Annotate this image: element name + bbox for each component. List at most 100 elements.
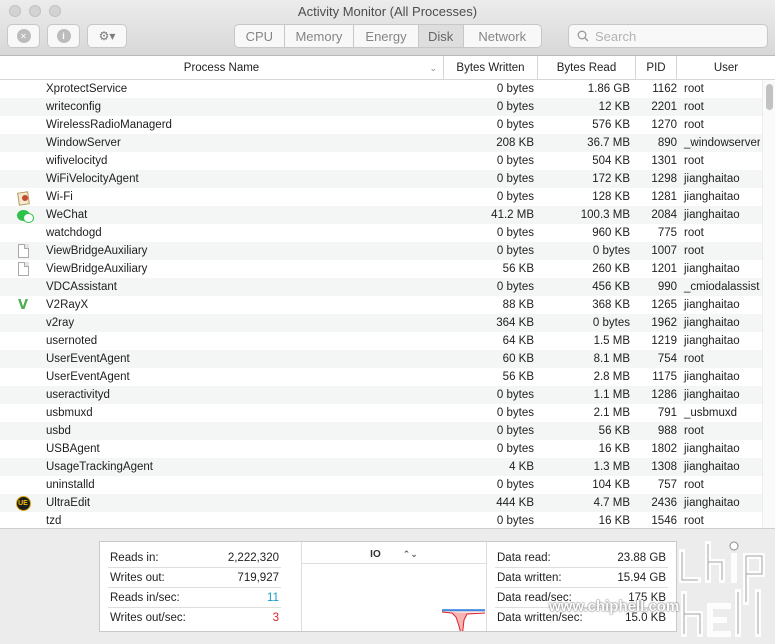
table-row[interactable]: v2ray 364 KB 0 bytes 1962 jianghaitao [0, 314, 762, 332]
bytes-written: 60 KB [502, 353, 534, 365]
user: root [684, 353, 704, 365]
table-row[interactable]: XprotectService 0 bytes 1.86 GB 1162 root [0, 80, 762, 98]
table-row[interactable]: WindowServer 208 KB 36.7 MB 890 _windowserve… [0, 134, 762, 152]
table-scrollbar[interactable] [762, 80, 775, 528]
tab-energy[interactable]: Energy [354, 25, 419, 47]
bytes-written: 0 bytes [496, 443, 534, 455]
user: root [684, 155, 704, 167]
bytes-read: 960 KB [592, 227, 630, 239]
bytes-written: 0 bytes [496, 407, 534, 419]
table-row[interactable]: usbd 0 bytes 56 KB 988 root [0, 422, 762, 440]
table-row[interactable]: VDCAssistant 0 bytes 456 KB 990 _cmiodalassi… [0, 278, 762, 296]
table-row[interactable]: UserEventAgent 56 KB 2.8 MB 1175 jianghaitao [0, 368, 762, 386]
bytes-written: 0 bytes [496, 479, 534, 491]
table-row[interactable]: usernoted 64 KB 1.5 MB 1219 jianghaitao [0, 332, 762, 350]
table-row[interactable]: UserEventAgent 60 KB 8.1 MB 754 root [0, 350, 762, 368]
table-row[interactable]: ViewBridgeAuxiliary 0 bytes 0 bytes 1007 roo… [0, 242, 762, 260]
bytes-written: 41.2 MB [491, 209, 534, 221]
process-name: wifivelocityd [46, 155, 108, 167]
table-row[interactable]: UsageTrackingAgent 4 KB 1.3 MB 1308 jianghai… [0, 458, 762, 476]
user: jianghaitao [684, 461, 740, 473]
process-name: usbmuxd [46, 407, 93, 419]
scrollbar-thumb[interactable] [766, 84, 773, 110]
table-row[interactable]: UE UltraEdit 444 KB 4.7 MB 2436 jianghaitao [0, 494, 762, 512]
column-header-bytes-written[interactable]: Bytes Written [444, 56, 538, 80]
table-row[interactable]: WiFiVelocityAgent 0 bytes 172 KB 1298 jiangh… [0, 170, 762, 188]
process-name: WiFiVelocityAgent [46, 173, 139, 185]
bytes-read: 16 KB [598, 515, 630, 527]
process-name: V2RayX [46, 299, 89, 311]
column-header-pid[interactable]: PID [636, 56, 677, 80]
bytes-read: 260 KB [592, 263, 630, 275]
table-row[interactable]: uninstalld 0 bytes 104 KB 757 root [0, 476, 762, 494]
v2ray-icon: V [17, 297, 29, 313]
process-icon-cell [0, 98, 46, 116]
table-row[interactable]: ViewBridgeAuxiliary 56 KB 260 KB 1201 jiangh… [0, 260, 762, 278]
pid: 1962 [651, 317, 677, 329]
process-name: USBAgent [46, 443, 100, 455]
inspect-process-button[interactable]: i [47, 24, 80, 48]
process-name: v2ray [46, 317, 75, 329]
column-header-process-name[interactable]: Process Name ⌄ [0, 56, 444, 80]
process-icon-cell [0, 80, 46, 98]
process-icon-cell: UE [0, 494, 46, 512]
bytes-read: 2.8 MB [593, 371, 630, 383]
table-row[interactable]: WeChat 41.2 MB 100.3 MB 2084 jianghaitao [0, 206, 762, 224]
table-row[interactable]: tzd 0 bytes 16 KB 1546 root [0, 512, 762, 528]
action-menu-button[interactable]: ⚙▾ [87, 24, 127, 48]
stat-value: 15.94 GB [617, 571, 666, 584]
stat-row: Data written: 15.94 GB [495, 568, 668, 588]
search-box[interactable] [568, 24, 768, 48]
pid: 2201 [651, 101, 677, 113]
column-header-user[interactable]: User [677, 56, 775, 80]
table-row[interactable]: WirelessRadioManagerd 0 bytes 576 KB 1270 ro… [0, 116, 762, 134]
user: _windowserver [684, 137, 760, 149]
process-name: VDCAssistant [46, 281, 117, 293]
search-input[interactable] [595, 28, 755, 44]
tab-memory[interactable]: Memory [285, 25, 355, 47]
stat-label: Data written: [497, 571, 562, 584]
disk-activity-graph: IO ⌃⌄ [301, 542, 487, 631]
bytes-read: 0 bytes [592, 245, 630, 257]
tab-cpu[interactable]: CPU [235, 25, 285, 47]
tab-disk[interactable]: Disk [418, 25, 464, 47]
column-header-label: Process Name [183, 62, 260, 74]
stat-label: Writes out: [110, 571, 165, 584]
bytes-written: 0 bytes [496, 389, 534, 401]
stat-value: 719,927 [237, 571, 279, 584]
table-row[interactable]: usbmuxd 0 bytes 2.1 MB 791 _usbmuxd [0, 404, 762, 422]
process-icon-cell [0, 476, 46, 494]
process-icon-cell [0, 206, 46, 224]
table-row[interactable]: watchdogd 0 bytes 960 KB 775 root [0, 224, 762, 242]
table-row[interactable]: wifivelocityd 0 bytes 504 KB 1301 root [0, 152, 762, 170]
pid: 1298 [651, 173, 677, 185]
user: _cmiodalassist [684, 281, 760, 293]
pid: 988 [657, 425, 677, 437]
process-name: useractivityd [46, 389, 110, 401]
bytes-read: 100.3 MB [580, 209, 630, 221]
bytes-written: 0 bytes [496, 515, 534, 527]
bytes-read: 1.5 MB [593, 335, 630, 347]
process-name: WirelessRadioManagerd [46, 119, 172, 131]
pid: 990 [657, 281, 677, 293]
quit-process-button[interactable]: ✕ [7, 24, 40, 48]
bytes-read: 0 bytes [592, 317, 630, 329]
process-name: UsageTrackingAgent [46, 461, 153, 473]
process-icon-cell [0, 368, 46, 386]
process-icon-cell [0, 278, 46, 296]
table-row[interactable]: USBAgent 0 bytes 16 KB 1802 jianghaitao [0, 440, 762, 458]
user: jianghaitao [684, 209, 740, 221]
table-row[interactable]: Wi-Fi 0 bytes 128 KB 1281 jianghaitao [0, 188, 762, 206]
title-bar: Activity Monitor (All Processes) ✕ i ⚙▾ … [0, 0, 775, 56]
process-name: ViewBridgeAuxiliary [46, 263, 148, 275]
table-row[interactable]: useractivityd 0 bytes 1.1 MB 1286 jianghaita… [0, 386, 762, 404]
user: jianghaitao [684, 443, 740, 455]
user: root [684, 119, 704, 131]
process-icon-cell [0, 314, 46, 332]
table-header: Process Name ⌄ Bytes Written Bytes Read … [0, 56, 775, 80]
column-header-bytes-read[interactable]: Bytes Read [538, 56, 636, 80]
table-row[interactable]: writeconfig 0 bytes 12 KB 2201 root [0, 98, 762, 116]
io-count-stats: Reads in: 2,222,320 Writes out: 719,927 Read… [108, 548, 281, 628]
tab-network[interactable]: Network [464, 25, 541, 47]
table-row[interactable]: V V2RayX 88 KB 368 KB 1265 jianghaitao [0, 296, 762, 314]
